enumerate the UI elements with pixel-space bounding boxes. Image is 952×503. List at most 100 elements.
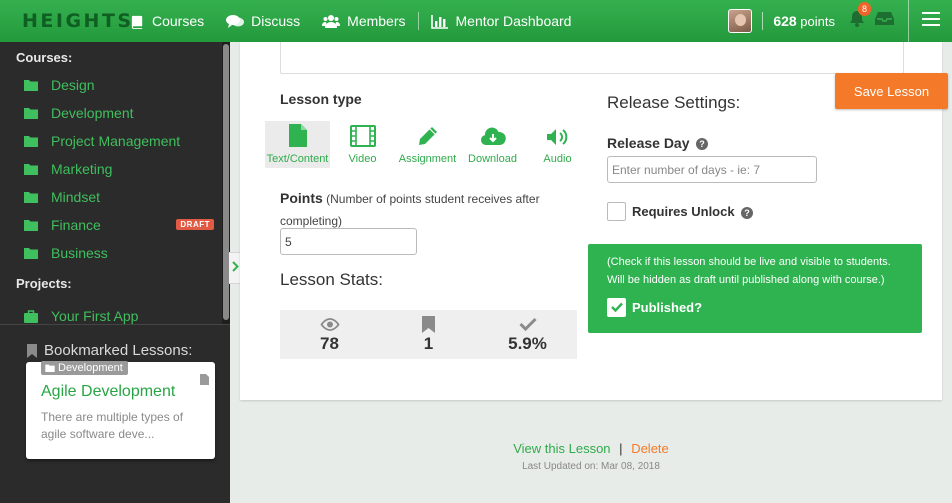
volume-icon [546,127,570,147]
svg-text:?: ? [744,208,750,218]
lesson-type-assignment[interactable]: Assignment [395,121,460,168]
users-icon [322,14,341,29]
user-divider [762,12,764,30]
notifications-button[interactable]: 8 [849,2,871,32]
release-settings-heading: Release Settings: [607,93,741,112]
requires-unlock-label: Requires Unlock [632,204,735,219]
delete-lesson-link[interactable]: Delete [631,441,669,456]
draft-badge: DRAFT [176,219,214,230]
lesson-type-label: Text/Content [266,153,329,165]
hamburger-icon [921,11,940,31]
nav-divider [417,12,419,30]
folder-icon [24,107,38,119]
points-label: points [800,14,835,29]
film-icon [349,125,376,147]
stat-value: 5.9% [508,334,547,353]
points-label-block: Points (Number of points student receive… [280,187,540,232]
sidebar-item-mindset[interactable]: Mindset [0,183,222,211]
published-checkbox[interactable] [607,298,626,317]
release-day-input[interactable]: Enter number of days - ie: 7 [607,156,817,183]
lesson-type-audio[interactable]: Audio [525,121,590,168]
help-icon[interactable]: ? [696,138,709,151]
nav-courses-label: Courses [152,13,205,29]
bookmark-tag: Development [41,361,128,375]
bookmark-card[interactable]: Development Agile Development There are … [26,361,215,459]
bookmark-tag-label: Development [58,362,123,374]
sidebar-item-label: Finance [51,217,101,233]
check-icon [518,315,537,333]
bookmark-title[interactable]: Agile Development [41,383,175,401]
inbox-button[interactable] [875,11,894,31]
sidebar-item-design[interactable]: Design [0,71,222,99]
lesson-type-heading: Lesson type [280,91,362,107]
help-icon[interactable]: ? [741,206,754,219]
view-lesson-link[interactable]: View this Lesson [513,441,610,456]
lesson-type-video[interactable]: Video [330,121,395,168]
stat-value: 78 [320,334,339,353]
user-points: 628 points [773,13,835,29]
publish-panel: (Check if this lesson should be live and… [588,244,922,333]
sidebar-item-your-first-app[interactable]: Your First App [0,302,222,324]
svg-text:?: ? [700,139,706,149]
pencil-icon [417,125,439,147]
nav-discuss[interactable]: Discuss [226,13,300,29]
bar-chart-icon [430,14,449,29]
points-input[interactable]: 5 [280,228,417,255]
sidebar-item-development[interactable]: Development [0,99,222,127]
cloud-download-icon [480,127,506,147]
publish-note: (Check if this lesson should be live and… [607,256,891,286]
lesson-type-download[interactable]: Download [460,121,525,168]
comments-icon [226,14,245,29]
requires-unlock-checkbox[interactable] [607,202,626,221]
nav-mentor-dashboard[interactable]: Mentor Dashboard [430,13,572,29]
lesson-type-text[interactable]: Text/Content [265,121,330,168]
sidebar-item-label: Marketing [51,161,113,177]
bookmarks-section: Bookmarked Lessons: Development Agile De… [0,324,230,503]
sidebar-item-project-management[interactable]: Project Management [0,127,222,155]
eye-icon [319,315,340,333]
save-lesson-button[interactable]: Save Lesson [835,73,948,109]
file-icon [288,124,307,147]
notification-count-badge: 8 [858,2,871,16]
hamburger-menu-button[interactable] [908,0,952,42]
folder-icon [24,191,38,203]
stat-bookmarks: 1 [379,310,478,359]
sidebar-item-finance[interactable]: Finance DRAFT [0,211,222,239]
lesson-stats-panel: 78 1 5.9% [280,310,577,359]
lesson-type-label: Download [468,153,517,165]
stat-views: 78 [280,310,379,359]
published-label: Published? [632,300,703,315]
projects-heading: Projects: [16,276,72,291]
points-value: 628 [773,13,797,29]
lesson-stats-heading: Lesson Stats: [280,270,384,289]
bookmark-description: There are multiple types of agile softwa… [41,410,184,441]
folder-icon [24,247,38,259]
sidebar-item-label: Project Management [51,133,181,149]
sidebar-item-label: Your First App [51,308,139,324]
link-separator: | [619,441,623,456]
nav-mentor-dashboard-label: Mentor Dashboard [455,13,572,29]
document-icon [200,374,209,385]
avatar[interactable] [728,9,753,33]
requires-unlock-label-row: Requires Unlock ? [632,204,754,219]
folder-icon [24,219,38,231]
sidebar-item-business[interactable]: Business [0,239,222,267]
sidebar-course-list[interactable]: Courses: Design Development Project Mana… [0,42,222,324]
sidebar: Courses: Design Development Project Mana… [0,42,230,503]
lesson-footer-links: View this Lesson | Delete [240,441,942,456]
folder-icon [24,163,38,175]
folder-icon [24,79,38,91]
chevron-right-icon [231,259,239,277]
lesson-content-editor[interactable] [280,42,904,74]
brand-logo[interactable]: HEIGHTS [0,10,131,32]
sidebar-item-label: Design [51,77,95,93]
sidebar-item-marketing[interactable]: Marketing [0,155,222,183]
user-area: 628 points 8 [728,0,952,42]
nav-members[interactable]: Members [322,13,406,29]
folder-icon [45,364,55,372]
inbox-icon [875,11,894,31]
sidebar-item-label: Development [51,105,134,121]
points-label: Points [280,190,323,206]
lesson-type-label: Audio [543,153,572,165]
nav-courses[interactable]: Courses [130,13,204,29]
